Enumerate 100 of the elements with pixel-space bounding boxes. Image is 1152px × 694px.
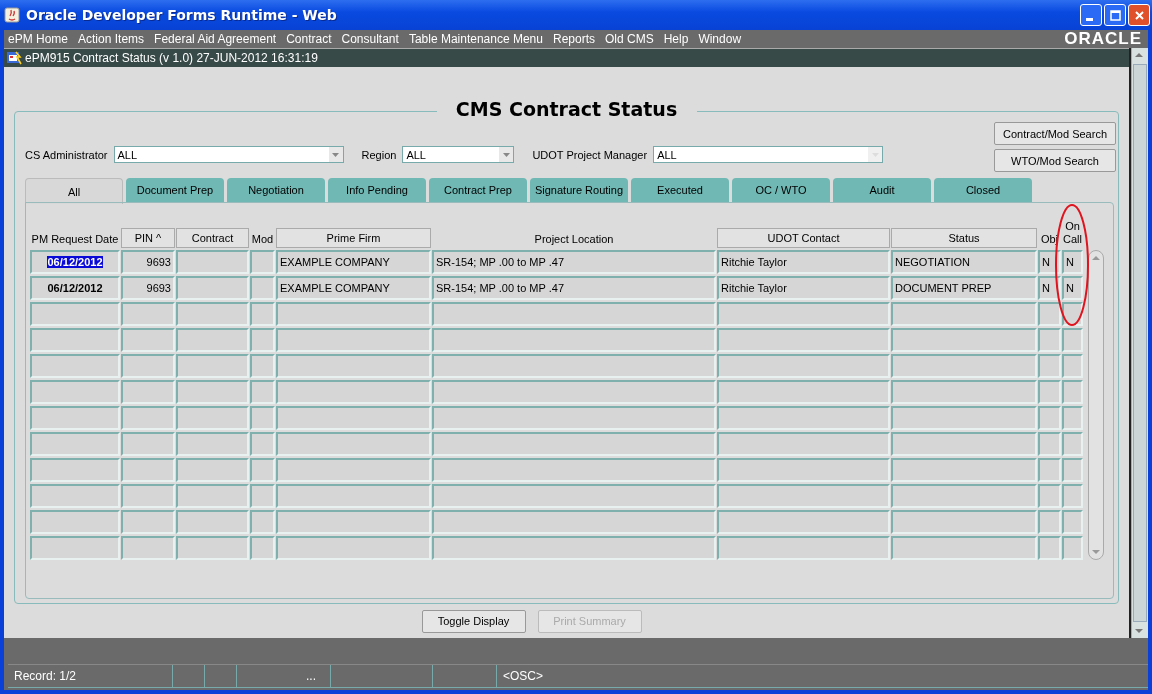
table-cell[interactable]	[717, 484, 890, 508]
table-cell[interactable]: N	[1038, 250, 1061, 274]
minimize-button[interactable]	[1080, 4, 1102, 26]
table-cell[interactable]	[1062, 380, 1083, 404]
tab[interactable]: Executed	[631, 178, 729, 202]
table-cell[interactable]	[121, 510, 175, 534]
table-cell[interactable]	[891, 328, 1037, 352]
scroll-bar[interactable]	[1088, 250, 1104, 560]
column-header[interactable]: Contract	[176, 228, 249, 248]
table-cell[interactable]: DOCUMENT PREP	[891, 276, 1037, 300]
tab[interactable]: OC / WTO	[732, 178, 830, 202]
tab[interactable]: Document Prep	[126, 178, 224, 202]
table-cell[interactable]	[250, 484, 275, 508]
table-cell[interactable]	[30, 484, 120, 508]
table-cell[interactable]	[717, 510, 890, 534]
action-button[interactable]: Toggle Display	[421, 609, 526, 633]
table-cell[interactable]	[176, 432, 249, 456]
table-cell[interactable]	[1038, 536, 1061, 560]
table-cell[interactable]	[432, 536, 716, 560]
table-cell[interactable]: 06/12/2012	[30, 250, 120, 274]
table-cell[interactable]	[891, 536, 1037, 560]
table-cell[interactable]	[432, 484, 716, 508]
table-cell[interactable]	[250, 328, 275, 352]
table-cell[interactable]	[1062, 406, 1083, 430]
search-button[interactable]: WTO/Mod Search	[994, 149, 1116, 172]
maximize-button[interactable]	[1104, 4, 1126, 26]
tab[interactable]: Contract Prep	[429, 178, 527, 202]
table-cell[interactable]	[176, 328, 249, 352]
table-cell[interactable]	[1062, 484, 1083, 508]
table-cell[interactable]	[176, 510, 249, 534]
table-cell[interactable]: EXAMPLE COMPANY	[276, 250, 431, 274]
table-cell[interactable]	[1038, 354, 1061, 378]
table-cell[interactable]	[121, 484, 175, 508]
tab[interactable]: Closed	[934, 178, 1032, 202]
table-cell[interactable]	[432, 510, 716, 534]
table-cell[interactable]	[30, 406, 120, 430]
menu-item[interactable]: Reports	[552, 32, 595, 46]
table-cell[interactable]	[176, 406, 249, 430]
menu-item[interactable]: Table Maintenance Menu	[408, 32, 543, 46]
menu-item[interactable]: Help	[663, 32, 689, 46]
table-cell[interactable]	[1062, 432, 1083, 456]
table-cell[interactable]	[250, 458, 275, 482]
table-cell[interactable]: 9693	[121, 250, 175, 274]
table-cell[interactable]	[176, 536, 249, 560]
table-cell[interactable]	[717, 536, 890, 560]
column-header[interactable]: Prime Firm	[276, 228, 431, 248]
table-cell[interactable]	[1062, 354, 1083, 378]
table-cell[interactable]	[717, 302, 890, 326]
table-cell[interactable]	[717, 380, 890, 404]
table-cell[interactable]	[250, 250, 275, 274]
menu-item[interactable]: ePM Home	[8, 32, 69, 46]
table-cell[interactable]	[121, 302, 175, 326]
table-cell[interactable]	[30, 328, 120, 352]
table-cell[interactable]	[1038, 510, 1061, 534]
column-header[interactable]: Status	[891, 228, 1037, 248]
table-cell[interactable]: SR-154; MP .00 to MP .47	[432, 276, 716, 300]
table-cell[interactable]: 06/12/2012	[30, 276, 120, 300]
table-cell[interactable]	[276, 302, 431, 326]
table-cell[interactable]	[30, 432, 120, 456]
table-cell[interactable]	[432, 302, 716, 326]
table-cell[interactable]	[276, 432, 431, 456]
table-cell[interactable]	[1038, 328, 1061, 352]
search-button[interactable]: Contract/Mod Search	[994, 122, 1116, 145]
table-cell[interactable]	[717, 354, 890, 378]
close-button[interactable]	[1128, 4, 1150, 26]
table-cell[interactable]	[717, 432, 890, 456]
menu-item[interactable]: Federal Aid Agreement	[154, 32, 277, 46]
table-cell[interactable]: N	[1062, 276, 1083, 300]
table-cell[interactable]	[30, 458, 120, 482]
table-cell[interactable]	[176, 250, 249, 274]
table-cell[interactable]	[1062, 536, 1083, 560]
table-cell[interactable]	[891, 406, 1037, 430]
scroll-thumb[interactable]	[1133, 64, 1147, 622]
table-cell[interactable]: Ritchie Taylor	[717, 250, 890, 274]
table-cell[interactable]	[432, 406, 716, 430]
table-cell[interactable]	[30, 302, 120, 326]
table-cell[interactable]	[1038, 380, 1061, 404]
table-cell[interactable]	[276, 406, 431, 430]
table-cell[interactable]	[30, 354, 120, 378]
table-cell[interactable]	[276, 510, 431, 534]
table-cell[interactable]	[121, 406, 175, 430]
table-cell[interactable]	[121, 432, 175, 456]
table-cell[interactable]	[250, 510, 275, 534]
table-cell[interactable]	[1062, 458, 1083, 482]
menu-item[interactable]: Old CMS	[605, 32, 654, 46]
table-cell[interactable]	[717, 458, 890, 482]
table-cell[interactable]	[121, 536, 175, 560]
table-cell[interactable]	[30, 510, 120, 534]
table-cell[interactable]	[1038, 458, 1061, 482]
tab[interactable]: Negotiation	[227, 178, 325, 202]
table-cell[interactable]	[1038, 406, 1061, 430]
table-cell[interactable]	[121, 458, 175, 482]
table-cell[interactable]	[276, 380, 431, 404]
table-cell[interactable]	[1038, 484, 1061, 508]
table-cell[interactable]	[891, 458, 1037, 482]
table-cell[interactable]	[176, 484, 249, 508]
table-cell[interactable]	[250, 536, 275, 560]
menu-item[interactable]: Window	[698, 32, 742, 46]
table-cell[interactable]	[250, 276, 275, 300]
table-cell[interactable]	[250, 432, 275, 456]
